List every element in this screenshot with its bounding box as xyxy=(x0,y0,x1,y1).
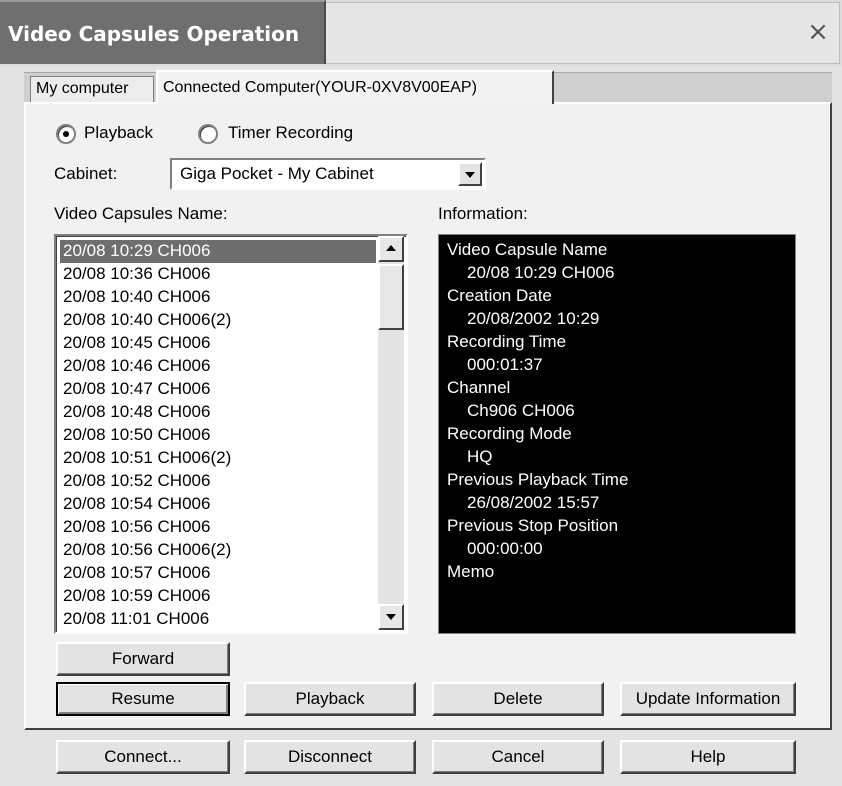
help-button[interactable]: Help xyxy=(620,740,796,774)
information-label: Information: xyxy=(438,204,528,223)
title-bar-fill xyxy=(326,2,840,64)
chevron-down-icon xyxy=(465,172,475,178)
info-heading: Channel xyxy=(447,378,511,397)
cancel-button[interactable]: Cancel xyxy=(432,740,604,774)
delete-button[interactable]: Delete xyxy=(432,682,604,716)
information-box: Video Capsule Name 20/08 10:29 CH006 Cre… xyxy=(438,234,796,634)
info-heading: Recording Time xyxy=(447,332,567,351)
info-value: HQ xyxy=(467,447,493,466)
info-heading: Creation Date xyxy=(447,286,552,305)
timer-recording-radio[interactable] xyxy=(198,124,218,144)
list-item[interactable]: 20/08 10:52 CH006 xyxy=(60,470,376,493)
info-heading: Previous Stop Position xyxy=(447,516,619,535)
list-item[interactable]: 20/08 10:40 CH006 xyxy=(60,286,376,309)
info-value: 20/08/2002 10:29 xyxy=(467,309,600,328)
list-item[interactable]: 20/08 10:54 CH006 xyxy=(60,493,376,516)
timer-recording-radio-label[interactable]: Timer Recording xyxy=(228,123,353,143)
radio-selected-dot xyxy=(63,131,69,137)
list-item[interactable]: 20/08 10:59 CH006 xyxy=(60,585,376,608)
disconnect-button[interactable]: Disconnect xyxy=(244,740,416,774)
list-item[interactable]: 20/08 10:50 CH006 xyxy=(60,424,376,447)
list-item[interactable]: 20/08 10:57 CH006 xyxy=(60,562,376,585)
cabinet-dropdown-button[interactable] xyxy=(458,162,482,186)
cabinet-value: Giga Pocket - My Cabinet xyxy=(180,164,374,183)
list-item[interactable]: 20/08 10:47 CH006 xyxy=(60,378,376,401)
info-value: 000:01:37 xyxy=(467,355,543,374)
update-information-button[interactable]: Update Information xyxy=(620,682,796,716)
playback-radio-label[interactable]: Playback xyxy=(84,123,153,143)
video-capsules-list[interactable]: 20/08 10:29 CH006 20/08 10:36 CH006 20/0… xyxy=(54,234,408,634)
info-value: 26/08/2002 15:57 xyxy=(467,493,600,512)
scroll-thumb[interactable] xyxy=(378,264,404,330)
info-heading: Previous Playback Time xyxy=(447,470,629,489)
playback-radio[interactable] xyxy=(56,124,76,144)
arrow-down-icon xyxy=(386,614,396,620)
list-item[interactable]: 20/08 10:48 CH006 xyxy=(60,401,376,424)
list-scrollbar[interactable] xyxy=(378,236,404,630)
info-value: Ch906 CH006 xyxy=(467,401,575,420)
list-item[interactable]: 20/08 10:51 CH006(2) xyxy=(60,447,376,470)
info-heading: Video Capsule Name xyxy=(447,240,608,259)
list-item[interactable]: 20/08 11:01 CH006 xyxy=(60,608,376,631)
close-icon[interactable]: × xyxy=(802,16,834,48)
playback-button[interactable]: Playback xyxy=(244,682,416,716)
forward-button[interactable]: Forward xyxy=(56,642,230,676)
list-item[interactable]: 20/08 10:46 CH006 xyxy=(60,355,376,378)
info-value: 20/08 10:29 CH006 xyxy=(467,263,615,282)
list-item[interactable]: 20/08 10:29 CH006 xyxy=(60,240,376,263)
resume-button[interactable]: Resume xyxy=(56,682,230,716)
info-heading: Recording Mode xyxy=(447,424,572,443)
list-item[interactable]: 20/08 10:36 CH006 xyxy=(60,263,376,286)
scroll-up-button[interactable] xyxy=(378,236,404,262)
window-title: Video Capsules Operation xyxy=(0,0,326,64)
arrow-up-icon xyxy=(386,245,396,251)
cabinet-select[interactable]: Giga Pocket - My Cabinet xyxy=(170,158,486,190)
info-value: 000:00:00 xyxy=(467,539,543,558)
video-capsules-name-label: Video Capsules Name: xyxy=(54,204,228,223)
tab-my-computer[interactable]: My computer xyxy=(30,76,154,102)
scroll-down-button[interactable] xyxy=(378,604,404,630)
cabinet-label: Cabinet: xyxy=(54,164,118,183)
info-heading: Memo xyxy=(447,562,495,581)
list-item[interactable]: 20/08 10:40 CH006(2) xyxy=(60,309,376,332)
connect-button[interactable]: Connect... xyxy=(56,740,230,774)
list-item[interactable]: 20/08 10:56 CH006(2) xyxy=(60,539,376,562)
tab-connected-computer[interactable]: Connected Computer(YOUR-0XV8V00EAP) xyxy=(156,70,554,104)
list-item[interactable]: 20/08 10:45 CH006 xyxy=(60,332,376,355)
list-item[interactable]: 20/08 10:56 CH006 xyxy=(60,516,376,539)
